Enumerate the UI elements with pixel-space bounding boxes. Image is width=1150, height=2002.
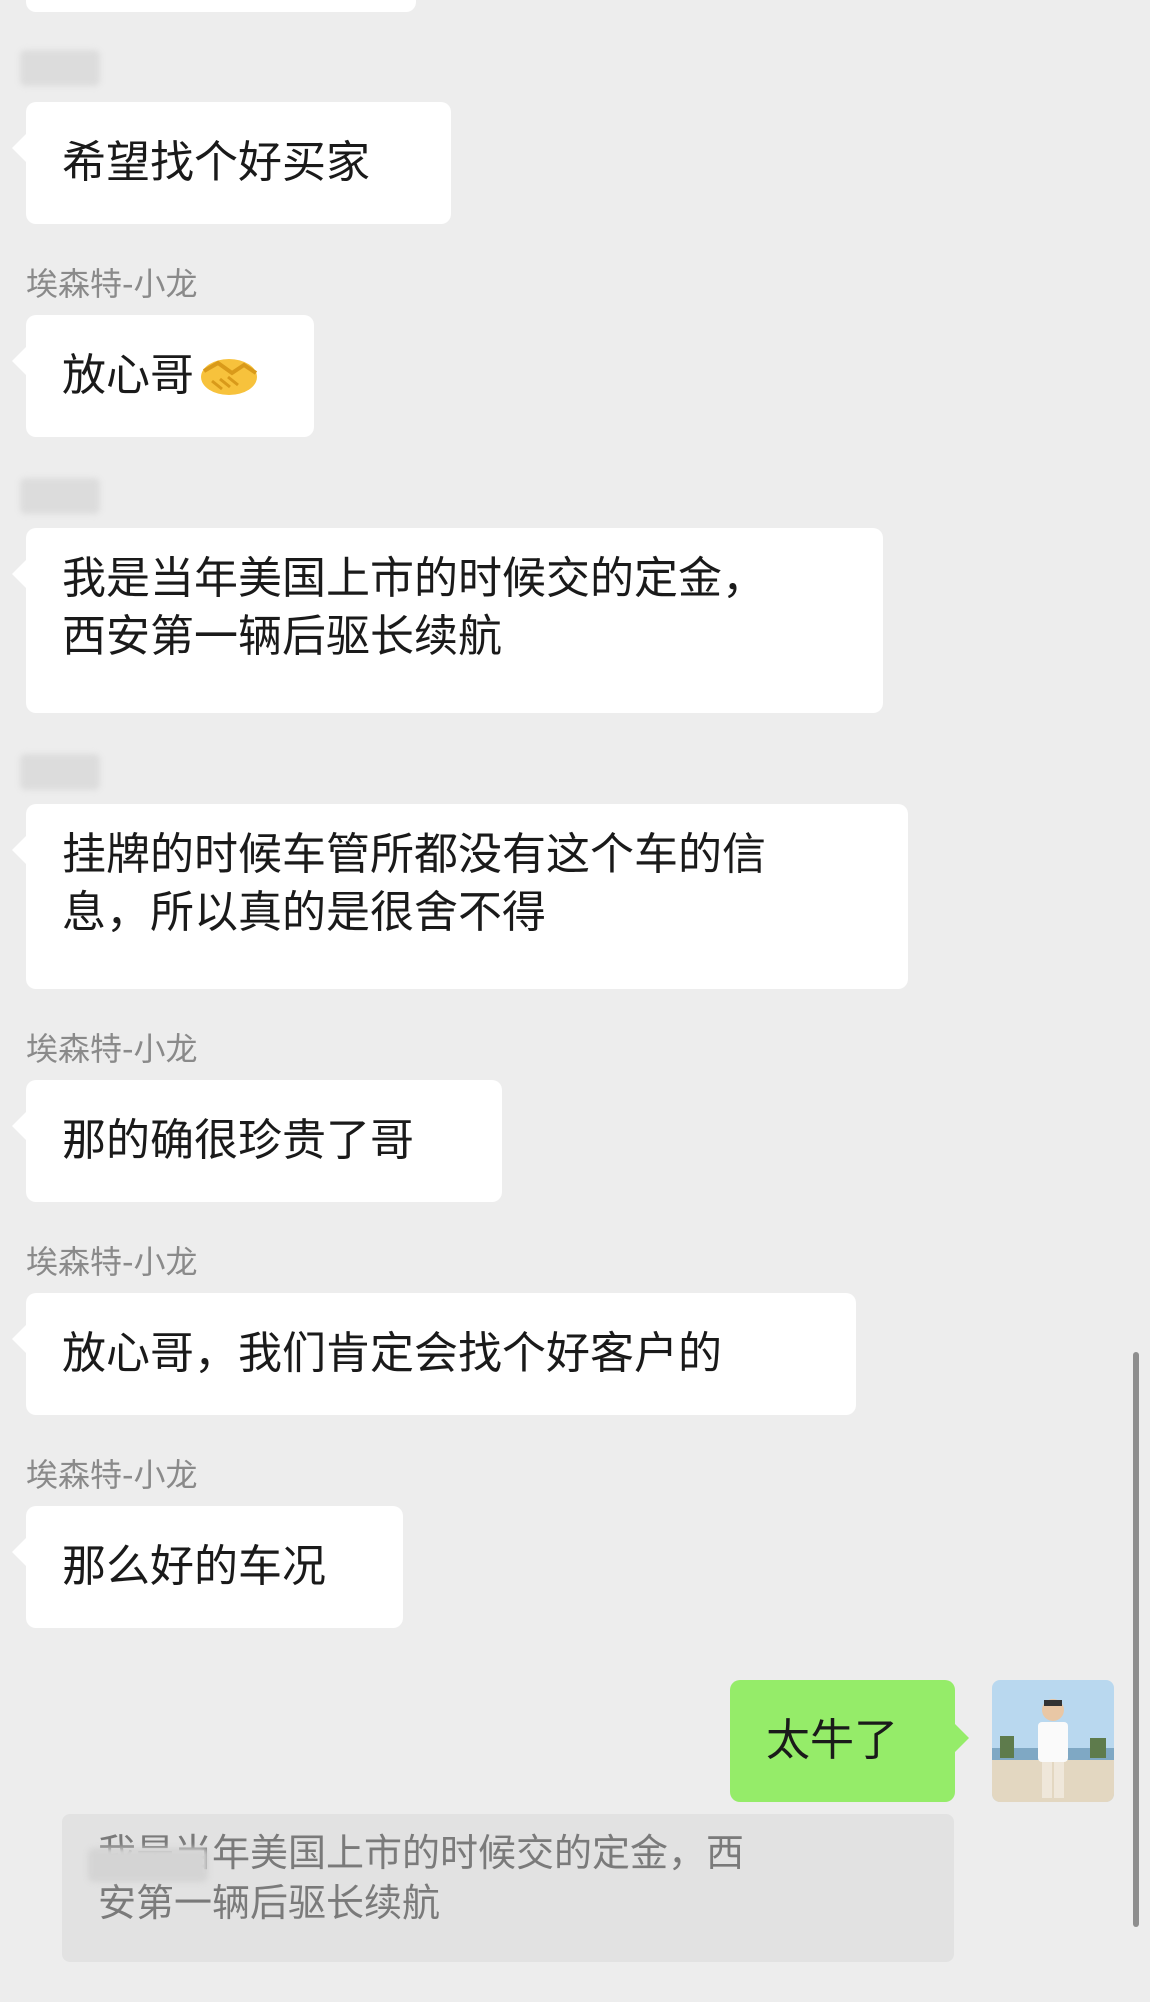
blurred-quote-sender	[88, 1848, 208, 1882]
quote-text-line: 安第一辆后驱长续航	[98, 1881, 441, 1925]
message-text: 那么好的车况	[62, 1541, 326, 1592]
message-text: 放心哥	[62, 350, 194, 401]
previous-message-bubble[interactable]	[26, 0, 416, 12]
my-message-bubble[interactable]: 太牛了	[730, 1680, 969, 1802]
message-text-line: 西安第一辆后驱长续航	[62, 611, 502, 662]
message-bubble[interactable]: 那的确很珍贵了哥	[12, 1080, 502, 1202]
chat-area[interactable]: 希望找个好买家 埃森特-小龙 放心哥 我是当年美国上市的时候交的定金， 西安第一…	[0, 0, 1150, 2002]
message-bubble[interactable]: 放心哥，我们肯定会找个好客户的	[12, 1293, 856, 1415]
blurred-sender-name	[20, 50, 100, 86]
message-bubble[interactable]: 挂牌的时候车管所都没有这个车的信 息，所以真的是很舍不得	[12, 804, 908, 989]
blurred-sender-name	[20, 754, 100, 790]
message-text: 那的确很珍贵了哥	[62, 1115, 414, 1166]
avatar-image	[992, 1680, 1114, 1802]
sender-name: 埃森特-小龙	[26, 1243, 198, 1281]
blurred-sender-name	[20, 478, 100, 514]
message-text-line: 挂牌的时候车管所都没有这个车的信	[62, 829, 766, 880]
quote-text-line: 我是当年美国上市的时候交的定金，西	[98, 1831, 745, 1875]
message-text: 希望找个好买家	[62, 137, 370, 188]
sender-name: 埃森特-小龙	[26, 1030, 198, 1068]
quoted-message[interactable]: 我是当年美国上市的时候交的定金，西 安第一辆后驱长续航	[62, 1814, 954, 1962]
message-text-line: 息，所以真的是很舍不得	[62, 887, 546, 938]
message-bubble[interactable]: 那么好的车况	[12, 1506, 403, 1628]
sender-name: 埃森特-小龙	[26, 1456, 198, 1494]
scrollbar[interactable]	[1133, 1352, 1139, 1927]
message-bubble[interactable]: 我是当年美国上市的时候交的定金， 西安第一辆后驱长续航	[12, 528, 883, 713]
user-avatar[interactable]	[992, 1680, 1114, 1802]
message-text: 放心哥，我们肯定会找个好客户的	[62, 1328, 722, 1379]
message-bubble[interactable]: 放心哥	[12, 315, 314, 437]
message-text-line: 我是当年美国上市的时候交的定金，	[62, 553, 766, 604]
message-bubble[interactable]: 希望找个好买家	[12, 102, 451, 224]
message-text: 太牛了	[766, 1715, 898, 1766]
sender-name: 埃森特-小龙	[26, 265, 198, 303]
handshake-icon	[201, 359, 258, 395]
